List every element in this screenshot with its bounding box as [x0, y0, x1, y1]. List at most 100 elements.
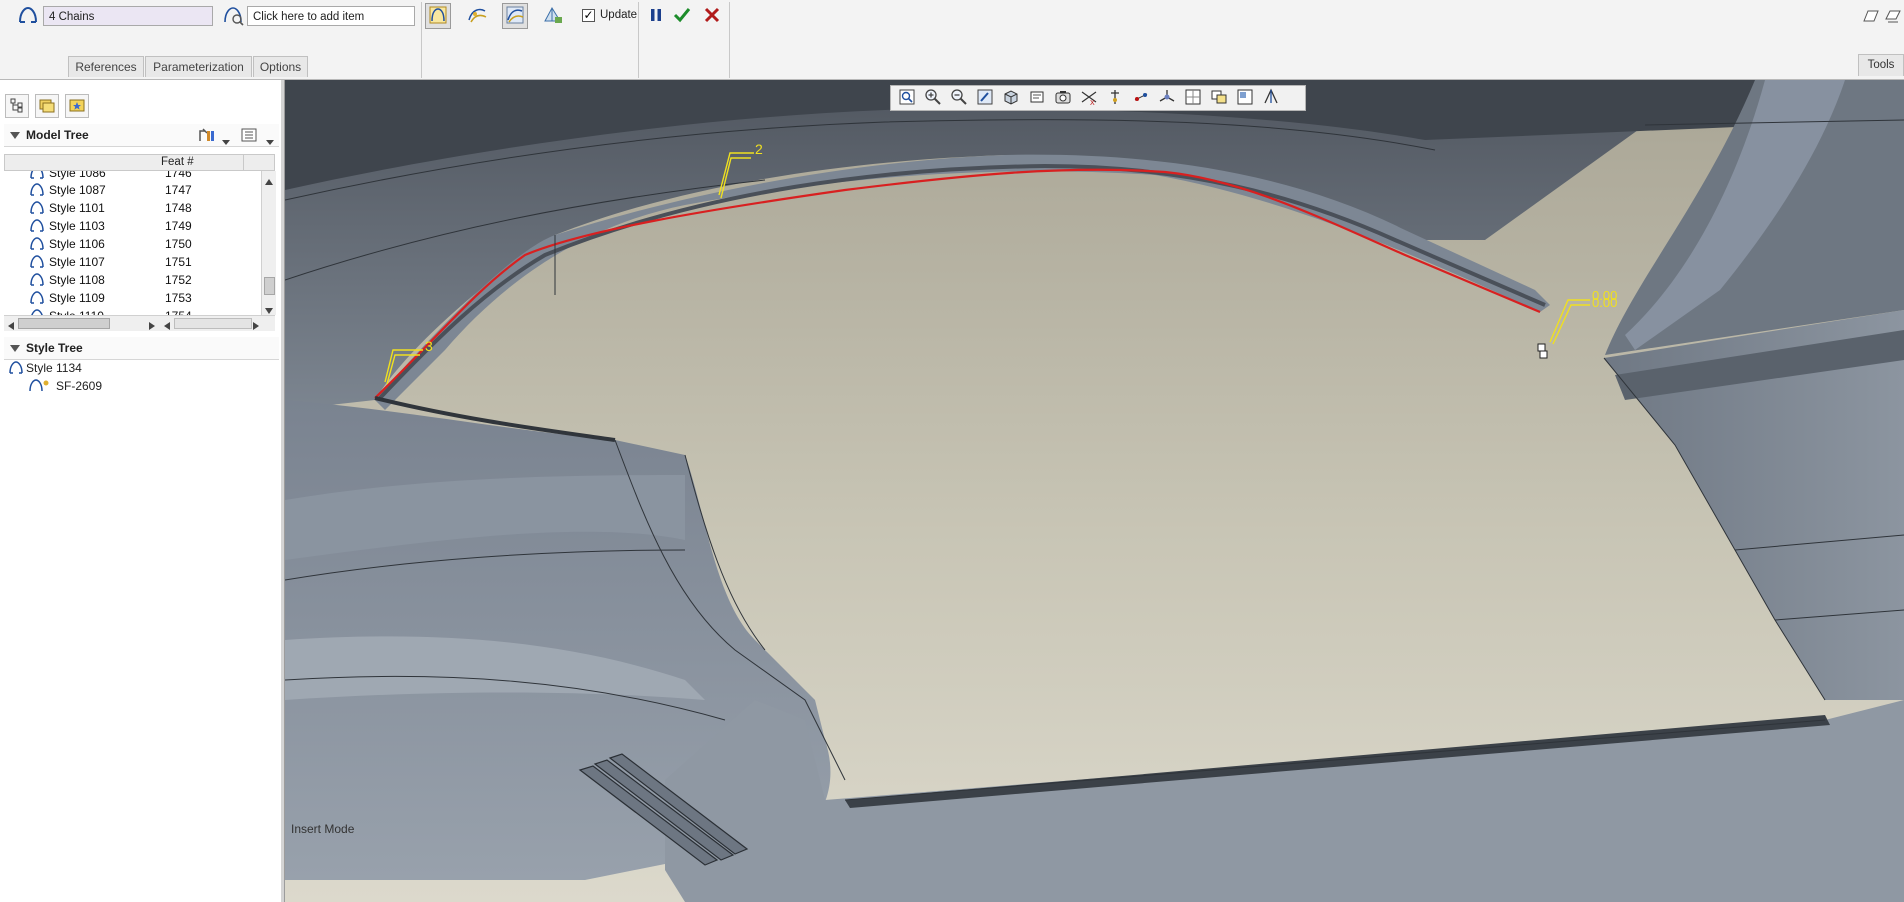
scroll-thumb[interactable]: [174, 318, 252, 329]
tree-row[interactable]: Style 1108 1752: [4, 271, 261, 289]
ok-button[interactable]: [669, 3, 695, 29]
orient-button[interactable]: [1232, 87, 1258, 109]
sketch-icon[interactable]: [1862, 9, 1880, 26]
insert-mode-status: Insert Mode: [291, 822, 355, 836]
pause-button[interactable]: [643, 3, 669, 29]
csys-button[interactable]: [1154, 87, 1180, 109]
model-tree-tab[interactable]: [5, 94, 29, 118]
zoom-out-icon: [950, 88, 968, 109]
scroll-right-icon[interactable]: [253, 319, 259, 333]
chain-select-icon[interactable]: [222, 6, 244, 29]
boundary-button[interactable]: [425, 3, 451, 29]
tree-row-name: Style 1108: [49, 273, 105, 287]
layers-icon[interactable]: [1884, 9, 1902, 26]
curve-net-button[interactable]: [464, 3, 490, 29]
repaint-button[interactable]: [972, 87, 998, 109]
chains-collector-field[interactable]: 4 Chains: [43, 6, 213, 26]
tab-options[interactable]: Options: [253, 56, 308, 77]
chain-callout-2[interactable]: 2: [755, 142, 763, 156]
scroll-thumb[interactable]: [18, 318, 110, 329]
tools-tab[interactable]: Tools: [1858, 54, 1904, 76]
zoom-in-button[interactable]: [920, 87, 946, 109]
model-tree-horizontal-scrollbar[interactable]: [4, 315, 275, 331]
tree-row-feat: 1751: [165, 255, 192, 269]
drag-handle[interactable]: [1539, 350, 1548, 359]
callout-leader-dims: [1549, 299, 1590, 345]
update-label: Update: [600, 9, 638, 21]
favorites-tab[interactable]: [65, 94, 89, 118]
folder-icon: [38, 97, 56, 116]
saved-views-icon: [1028, 88, 1046, 109]
annotation-display-icon: [1210, 88, 1228, 109]
datum-planes-button[interactable]: X: [1076, 87, 1102, 109]
model-tree-header[interactable]: Model Tree: [4, 124, 279, 147]
tree-row[interactable]: Style 1109 1753: [4, 289, 261, 307]
tab-parameterization[interactable]: Parameterization: [145, 56, 252, 77]
tree-row-name: Style 1110: [49, 307, 104, 315]
tree-row[interactable]: Style 1101 1748: [4, 199, 261, 217]
datum-points-button[interactable]: [1128, 87, 1154, 109]
display-style-button[interactable]: [998, 87, 1024, 109]
refit-button[interactable]: [894, 87, 920, 109]
annotation-display-button[interactable]: [1206, 87, 1232, 109]
scroll-left-icon[interactable]: [164, 319, 170, 333]
show-options-icon[interactable]: [240, 127, 258, 146]
section-button[interactable]: [1258, 87, 1284, 109]
curve-net-icon: [466, 5, 488, 28]
update-checkbox[interactable]: ✓: [582, 9, 595, 22]
chevron-down-icon[interactable]: [222, 134, 230, 148]
datum-display-icon: X: [1080, 88, 1098, 109]
tree-row[interactable]: Style 1107 1751: [4, 253, 261, 271]
point-display-icon: [1132, 88, 1150, 109]
column-feat-number[interactable]: Feat #: [161, 156, 194, 168]
tree-row-feat: 1754: [165, 307, 192, 315]
saved-views-button[interactable]: [1024, 87, 1050, 109]
scroll-up-icon[interactable]: [265, 174, 273, 188]
folder-browser-tab[interactable]: [35, 94, 59, 118]
style-tree-child-label: SF-2609: [56, 379, 103, 393]
surface-blend-button[interactable]: [502, 3, 528, 29]
analysis-button[interactable]: [540, 3, 566, 29]
drag-handle[interactable]: [1537, 343, 1546, 352]
pause-icon: [649, 7, 663, 26]
zoom-out-button[interactable]: [946, 87, 972, 109]
scroll-thumb[interactable]: [264, 277, 275, 295]
tree-settings-icon[interactable]: [197, 127, 217, 146]
view-manager-button[interactable]: [1050, 87, 1076, 109]
add-item-field[interactable]: Click here to add item: [247, 6, 415, 26]
tab-references[interactable]: References: [68, 56, 144, 77]
chevron-down-icon[interactable]: [266, 134, 274, 148]
graphics-viewport[interactable]: 2 3 0.00 0.00 X Insert Mode: [285, 80, 1904, 902]
dimension-value-b[interactable]: 0.00: [1592, 296, 1617, 309]
tree-row-name: Style 1106: [49, 237, 105, 251]
chain-callout-3[interactable]: 3: [425, 339, 433, 353]
scroll-left-icon[interactable]: [8, 319, 14, 333]
tree-row-name: Style 1107: [49, 255, 105, 269]
scroll-right-icon[interactable]: [149, 319, 155, 333]
view-manager-icon: [1054, 88, 1072, 109]
datum-axes-button[interactable]: [1102, 87, 1128, 109]
collapse-icon[interactable]: [10, 132, 20, 140]
style-tree-root-label: Style 1134: [26, 361, 82, 375]
zoom-in-icon: [924, 88, 942, 109]
tree-row[interactable]: Style 1087 1747: [4, 181, 261, 199]
style-tree-header[interactable]: Style Tree: [4, 337, 279, 360]
model-tree-vertical-scrollbar[interactable]: [261, 171, 276, 315]
surface-feature-icon: [28, 379, 50, 398]
analysis-icon: [542, 5, 564, 28]
axis-display-icon: [1106, 88, 1124, 109]
collapse-icon[interactable]: [10, 345, 20, 353]
callout-leader-2: [718, 152, 754, 199]
tree-row-name: Style 1109: [49, 291, 105, 305]
cancel-x-icon: [704, 7, 720, 26]
spin-center-button[interactable]: [1180, 87, 1206, 109]
tree-row-name: Style 1087: [49, 183, 106, 197]
annotation-layer: [384, 152, 1590, 385]
tree-row[interactable]: Style 1106 1750: [4, 235, 261, 253]
model-tree-title: Model Tree: [26, 128, 89, 142]
display-style-icon: [1002, 88, 1020, 109]
tree-row[interactable]: Style 1103 1749: [4, 217, 261, 235]
cancel-button[interactable]: [699, 3, 725, 29]
graphics-toolbar: X: [890, 85, 1306, 111]
tree-row[interactable]: Style 1110 1754: [4, 307, 261, 315]
